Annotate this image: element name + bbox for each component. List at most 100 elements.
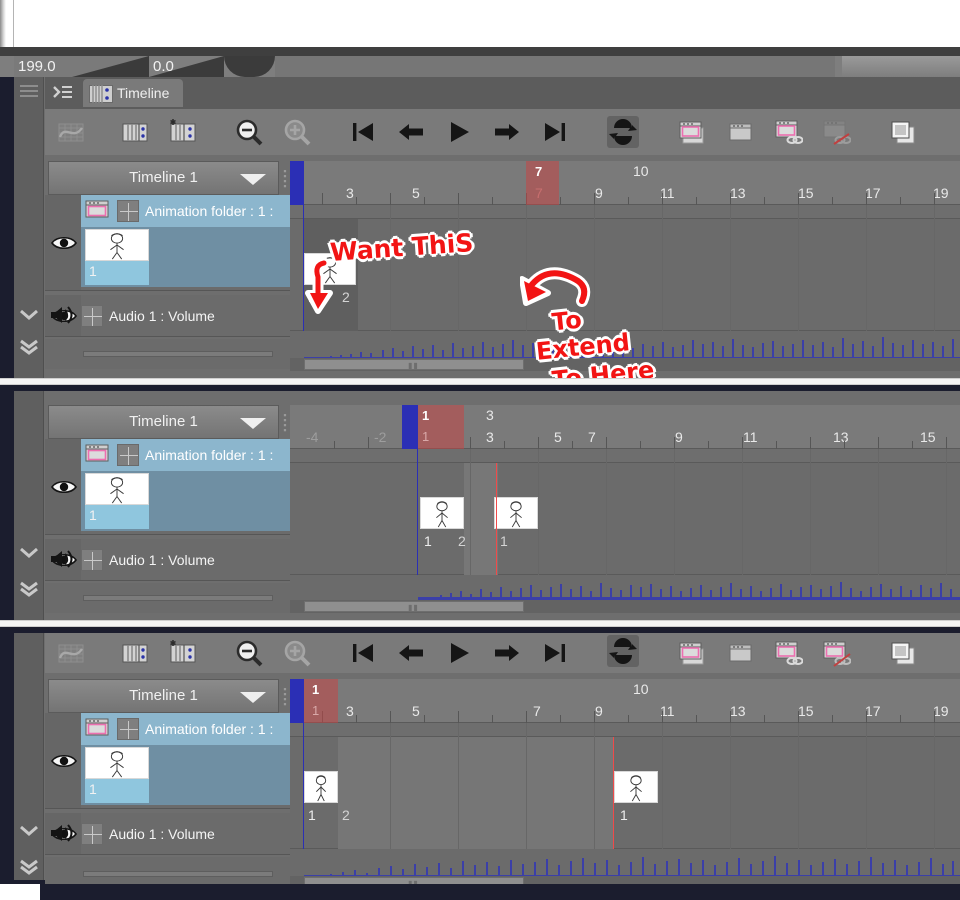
skip-end-icon[interactable] [539,637,571,669]
layer-band[interactable]: Animation folder : 1 : [81,195,290,227]
ruler-tick [572,441,573,449]
playhead-marker-blue[interactable] [290,679,304,723]
chevron-down-icon [240,692,266,703]
skip-start-icon[interactable] [347,116,379,148]
audio-track[interactable]: Audio 1 : Volume [45,295,290,337]
timeline-track-area[interactable]: 3 5 7 9 11 13 15 17 19 10 [290,679,960,889]
timeline-ruler[interactable]: -4 -2 3 5 7 9 11 13 15 3 [290,405,960,449]
eye-visible-icon[interactable] [51,479,77,495]
audio-track-scrub[interactable] [83,351,273,357]
expand-track-icon[interactable] [81,823,103,845]
expand-panel-icon[interactable] [53,84,73,100]
copy-layers-icon[interactable] [887,637,919,669]
timeline-keyframe-icon[interactable] [167,637,199,669]
timeline-hscrollbar[interactable]: ▮▮ [304,359,524,370]
magnifier-plus-icon[interactable] [281,116,313,148]
loop-icon[interactable] [607,116,639,148]
magnifier-plus-icon[interactable] [281,637,313,669]
value-right-tab[interactable] [842,56,960,77]
panel-splitter[interactable]: ▪ ▪ ▪ ▪ [282,411,288,435]
arrow-right-icon[interactable] [491,637,523,669]
cel-unlink-icon[interactable] [819,637,852,669]
cel-link-icon[interactable] [771,116,804,148]
cel-thumbnail-cell[interactable]: 1 [81,745,290,805]
skip-end-icon[interactable] [539,116,571,148]
cel-new-icon[interactable] [675,637,707,669]
expand-track-icon[interactable] [81,549,103,571]
cel-frame-number: 1 [500,533,508,549]
play-icon[interactable] [443,637,475,669]
cel-unlink-icon[interactable] [819,116,852,148]
expand-track-icon[interactable] [117,718,139,740]
skip-start-icon[interactable] [347,637,379,669]
lane-gridline [662,205,663,331]
audio-track[interactable]: Audio 1 : Volume [45,813,290,855]
animation-folder-track[interactable]: Animation folder : 1 : 1 [45,439,290,535]
timeline-selector[interactable]: Timeline 1 [48,405,279,439]
ruler-tick-label: 15 [798,703,814,719]
speaker-icon [49,822,75,844]
audio-track-scrub[interactable] [83,871,273,877]
collapse-chevron-icon[interactable] [18,545,40,561]
magnifier-minus-icon[interactable] [233,637,265,669]
expand-track-icon[interactable] [81,305,103,327]
cel-blank-icon[interactable] [723,637,755,669]
curve-icon[interactable] [55,116,87,148]
collapse-double-chevron-icon[interactable] [18,581,40,597]
timeline-new-icon[interactable] [119,637,151,669]
tab-timeline[interactable]: Timeline [83,79,184,107]
panel-splitter[interactable]: ▪ ▪ ▪ ▪ [282,167,288,191]
audio-track-scrub[interactable] [83,595,273,601]
expand-track-icon[interactable] [117,200,139,222]
timeline-new-icon[interactable] [119,116,151,148]
audio-waveform-lane[interactable] [290,575,960,601]
collapse-double-chevron-icon[interactable] [18,859,40,875]
playhead-marker-blue[interactable] [402,405,418,449]
arrow-left-icon[interactable] [395,116,427,148]
playhead-marker-blue[interactable] [290,161,304,205]
layer-band[interactable]: Animation folder : 1 : [81,713,290,745]
panel-menu-icon[interactable] [20,85,38,99]
panel-splitter[interactable]: ▪ ▪ ▪ ▪ [282,685,288,709]
timeline-selector[interactable]: Timeline 1 [48,679,279,713]
collapse-chevron-icon[interactable] [18,307,40,323]
animation-folder-icon [85,717,111,739]
timeline-selector[interactable]: Timeline 1 [48,161,279,195]
timeline-track-area[interactable]: 3 5 7 9 11 13 15 17 19 10 [290,161,960,371]
cel-blank-icon[interactable] [723,116,755,148]
animation-folder-track[interactable]: Animation folder : 1 : 1 [45,713,290,809]
window-bottom-edge [0,884,960,900]
collapse-double-chevron-icon[interactable] [18,339,40,355]
lane-gridline [526,205,527,331]
cel-thumbnail-cell[interactable]: 1 [81,471,290,531]
arrow-right-icon[interactable] [491,116,523,148]
ruler-tick [730,711,731,723]
collapse-chevron-icon[interactable] [18,823,40,839]
folder-lane-header[interactable] [290,449,960,463]
curve-icon[interactable] [55,637,87,669]
loop-icon[interactable] [607,635,639,667]
timeline-keyframe-icon[interactable] [167,116,199,148]
eye-visible-icon[interactable] [51,235,77,251]
arrow-left-icon[interactable] [395,637,427,669]
cel-link-icon[interactable] [771,637,804,669]
cel-new-icon[interactable] [675,116,707,148]
timeline-hscrollbar[interactable]: ▮▮ [304,601,524,612]
eye-visible-icon[interactable] [51,753,77,769]
cel-thumbnail-cell[interactable]: 1 [81,227,290,287]
magnifier-minus-icon[interactable] [233,116,265,148]
play-icon[interactable] [443,116,475,148]
animation-folder-track[interactable]: Animation folder : 1 : 1 [45,195,290,291]
copy-layers-icon[interactable] [887,116,919,148]
audio-waveform-lane[interactable] [290,331,960,361]
ruler-tick [832,197,833,205]
layer-band[interactable]: Animation folder : 1 : [81,439,290,471]
ruler-tick-label: 15 [798,185,814,201]
expand-track-icon[interactable] [117,444,139,466]
empty-range-block[interactable] [338,737,613,849]
audio-track[interactable]: Audio 1 : Volume [45,539,290,581]
timeline-track-area[interactable]: -4 -2 3 5 7 9 11 13 15 3 1 1 1 2 1 ▮▮ [290,405,960,613]
visibility-column [45,713,81,808]
animation-lane[interactable] [290,463,960,575]
audio-waveform-lane[interactable] [290,849,960,879]
